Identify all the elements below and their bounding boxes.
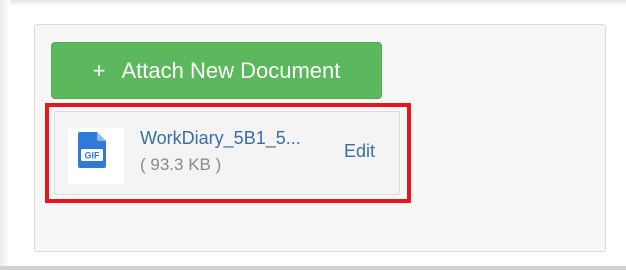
attach-new-document-button[interactable]: + Attach New Document [51, 42, 382, 99]
plus-icon: + [92, 57, 106, 83]
top-edge [0, 0, 626, 6]
highlight-box [45, 103, 411, 203]
bottom-divider [0, 266, 626, 270]
attach-button-label: Attach New Document [121, 57, 341, 83]
left-edge [0, 0, 10, 270]
